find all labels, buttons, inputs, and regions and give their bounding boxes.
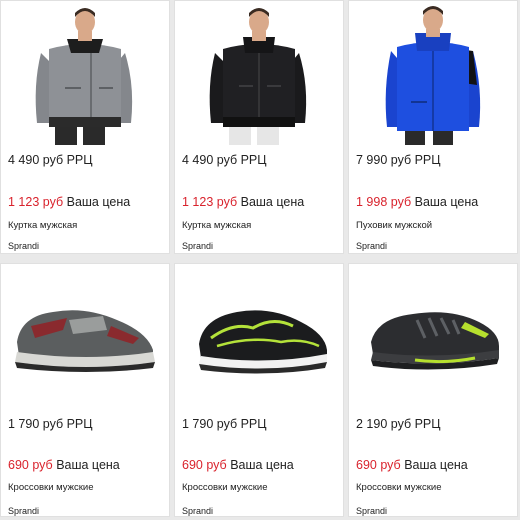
brand-name: Sprandi xyxy=(182,506,214,516)
rrp-price: 7 990 руб РРЦ xyxy=(356,153,441,167)
sale-price: 1 123 руб xyxy=(182,195,238,209)
product-name[interactable]: Куртка мужская xyxy=(8,220,77,231)
your-price: 690 руб Ваша цена xyxy=(8,458,120,472)
brand-name: Sprandi xyxy=(8,241,40,251)
black-jacket-photo[interactable] xyxy=(181,5,337,145)
brand-name: Sprandi xyxy=(8,506,40,516)
rrp-price: 4 490 руб РРЦ xyxy=(8,153,93,167)
brand-name: Sprandi xyxy=(182,241,214,251)
rrp-price: 4 490 руб РРЦ xyxy=(182,153,267,167)
black-lime-sneaker-photo[interactable] xyxy=(181,286,337,378)
product-card[interactable]: 1 790 руб РРЦ 690 руб Ваша цена Кроссовк… xyxy=(174,263,344,517)
rrp-price: 1 790 руб РРЦ xyxy=(8,417,93,431)
grey-red-sneaker-photo[interactable] xyxy=(7,286,163,378)
your-price: 1 998 руб Ваша цена xyxy=(356,195,478,209)
rrp-price: 2 190 руб РРЦ xyxy=(356,417,441,431)
blue-down-jacket-photo[interactable] xyxy=(355,5,511,145)
your-price: 1 123 руб Ваша цена xyxy=(182,195,304,209)
sale-price: 690 руб xyxy=(356,458,401,472)
product-name[interactable]: Кроссовки мужские xyxy=(8,482,94,493)
product-name[interactable]: Куртка мужская xyxy=(182,220,251,231)
product-name[interactable]: Кроссовки мужские xyxy=(356,482,442,493)
product-card[interactable]: 4 490 руб РРЦ 1 123 руб Ваша цена Куртка… xyxy=(0,0,170,254)
product-grid: 4 490 руб РРЦ 1 123 руб Ваша цена Куртка… xyxy=(0,0,520,520)
dark-lime-sneaker-photo[interactable] xyxy=(355,286,511,378)
price-label: Ваша цена xyxy=(230,458,294,472)
brand-name: Sprandi xyxy=(356,506,388,516)
sale-price: 690 руб xyxy=(182,458,227,472)
your-price: 690 руб Ваша цена xyxy=(356,458,468,472)
brand-name: Sprandi xyxy=(356,241,388,251)
price-label: Ваша цена xyxy=(240,195,305,209)
price-label: Ваша цена xyxy=(404,458,468,472)
grey-jacket-photo[interactable] xyxy=(7,5,163,145)
product-name[interactable]: Кроссовки мужские xyxy=(182,482,268,493)
rrp-price: 1 790 руб РРЦ xyxy=(182,417,267,431)
your-price: 690 руб Ваша цена xyxy=(182,458,294,472)
price-label: Ваша цена xyxy=(66,195,131,209)
product-card[interactable]: 4 490 руб РРЦ 1 123 руб Ваша цена Куртка… xyxy=(174,0,344,254)
product-card[interactable]: 1 790 руб РРЦ 690 руб Ваша цена Кроссовк… xyxy=(0,263,170,517)
price-label: Ваша цена xyxy=(56,458,120,472)
product-card[interactable]: 2 190 руб РРЦ 690 руб Ваша цена Кроссовк… xyxy=(348,263,518,517)
product-name[interactable]: Пуховик мужской xyxy=(356,220,432,231)
your-price: 1 123 руб Ваша цена xyxy=(8,195,130,209)
sale-price: 690 руб xyxy=(8,458,53,472)
sale-price: 1 123 руб xyxy=(8,195,64,209)
price-label: Ваша цена xyxy=(414,195,479,209)
sale-price: 1 998 руб xyxy=(356,195,412,209)
product-card[interactable]: 7 990 руб РРЦ 1 998 руб Ваша цена Пухови… xyxy=(348,0,518,254)
